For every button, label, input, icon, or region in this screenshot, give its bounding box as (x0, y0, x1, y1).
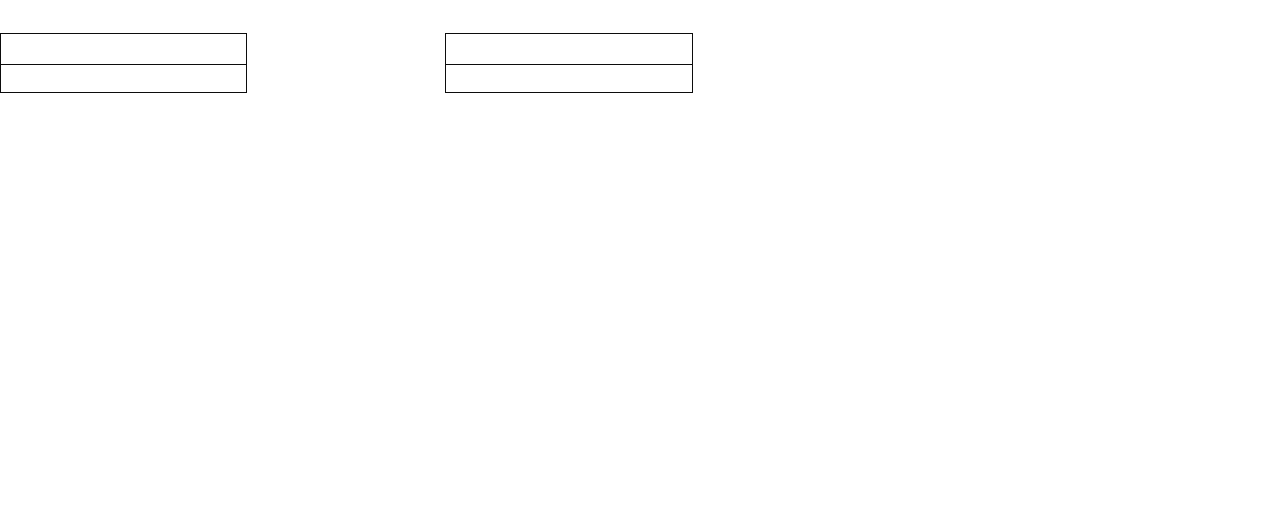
team1-player-1 (1, 34, 246, 64)
column-header-round[interactable] (992, 113, 1102, 139)
results-header-row (796, 113, 1275, 139)
column-header-score[interactable] (1152, 113, 1275, 139)
column-header-tournament[interactable] (796, 113, 992, 139)
team2-players-box (445, 33, 693, 93)
h2h-stats-panel (0, 0, 760, 529)
h2h-title (186, 108, 506, 142)
h2h-headline-row (0, 108, 693, 142)
team2-player-1 (446, 34, 692, 64)
vs-label (776, 64, 802, 92)
h2h-team1-total (60, 108, 184, 142)
results-table-head (796, 113, 1275, 139)
h2h-team2-total (508, 108, 632, 142)
team1-players-box (0, 33, 247, 93)
team1-player-2 (1, 64, 246, 92)
match-history-panel (760, 0, 1275, 529)
team2-player-2 (446, 64, 692, 92)
results-table (796, 113, 1275, 139)
column-header-result[interactable] (1102, 113, 1152, 139)
